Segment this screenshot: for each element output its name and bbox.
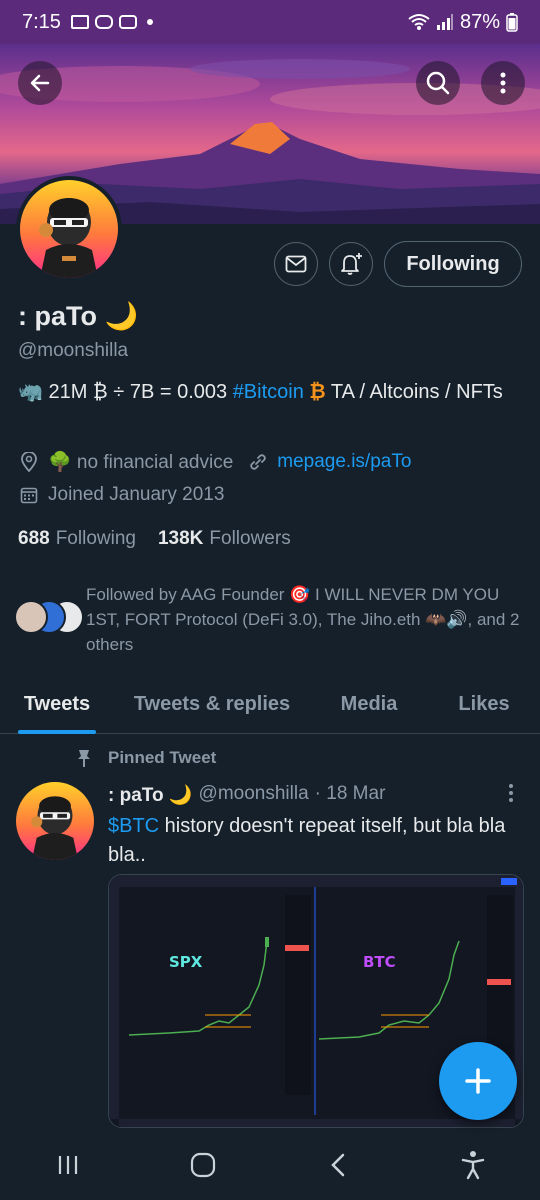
accessibility-button[interactable] <box>443 1140 503 1190</box>
profile-meta-location: 🌳 no financial advice mepage.is/paTo <box>18 450 411 474</box>
wifi-icon <box>408 14 430 30</box>
tweet-author-name[interactable]: : paTo 🌙 <box>108 783 193 807</box>
profile-tabs: Tweets Tweets & replies Media Likes <box>0 676 540 734</box>
tab-tweets-replies[interactable]: Tweets & replies <box>114 676 310 733</box>
compose-tweet-button[interactable] <box>439 1042 517 1120</box>
youtube-icon <box>118 15 137 29</box>
tweet-text: $BTC history doesn't repeat itself, but … <box>108 812 520 870</box>
plus-icon <box>465 1068 491 1094</box>
notification-icons <box>70 15 153 29</box>
search-icon <box>426 71 450 95</box>
profile-name: : paTo 🌙 <box>18 301 139 331</box>
followed-by-text[interactable]: Followed by AAG Founder 🎯 I WILL NEVER D… <box>86 582 526 657</box>
media-spx-label: SPX <box>169 953 203 971</box>
follow-counts: 688 Following 138K Followers <box>18 528 291 550</box>
followers-count: 138K <box>157 528 204 549</box>
followers-label: Followers <box>209 528 291 549</box>
link-icon <box>247 451 269 473</box>
bell-plus-icon <box>341 253 362 275</box>
followed-by-avatars[interactable] <box>14 600 84 636</box>
website-link[interactable]: mepage.is/paTo <box>277 451 411 473</box>
pinned-tweet-label: Pinned Tweet <box>74 748 216 768</box>
following-button[interactable]: Following <box>384 241 522 287</box>
avatar <box>14 600 48 634</box>
message-button[interactable] <box>274 242 318 286</box>
tweet-date[interactable]: · 18 Mar <box>315 783 386 807</box>
notifications-button[interactable] <box>329 242 373 286</box>
signal-icon <box>436 14 453 30</box>
tab-media[interactable]: Media <box>310 676 428 733</box>
recent-apps-icon <box>58 1156 77 1174</box>
more-options-button[interactable] <box>481 61 525 105</box>
location-text: 🌳 no financial advice <box>48 452 234 473</box>
following-label: Following <box>55 528 136 549</box>
home-icon <box>190 1152 215 1178</box>
system-nav-bar <box>0 1130 540 1200</box>
following-count-link[interactable]: 688 Following <box>18 528 136 550</box>
search-button[interactable] <box>416 61 460 105</box>
bio-text-suffix: TA / Altcoins / NFTs <box>325 381 503 403</box>
gallery-icon <box>70 15 89 29</box>
status-bar: 7:15 87% <box>0 0 540 44</box>
pinned-text: Pinned Tweet <box>108 748 217 767</box>
back-button[interactable] <box>18 61 62 105</box>
chevron-left-icon <box>330 1153 344 1177</box>
profile-bio: 🦏 21M ₿ ÷ 7B = 0.003 #Bitcoin ₿ TA / Alt… <box>18 378 518 407</box>
location-pin-icon <box>18 451 40 473</box>
battery-percent: 87% <box>459 10 500 33</box>
recent-apps-button[interactable] <box>38 1140 98 1190</box>
accessibility-icon <box>461 1151 484 1180</box>
tweet-body: history doesn't repeat itself, but bla b… <box>108 815 506 866</box>
back-arrow-icon <box>30 74 50 92</box>
bio-text: 🦏 21M ₿ ÷ 7B = 0.003 <box>18 381 233 403</box>
status-time: 7:15 <box>22 10 61 33</box>
tab-likes[interactable]: Likes <box>428 676 540 733</box>
pin-icon <box>78 750 90 767</box>
profile-handle: @moonshilla <box>18 340 129 361</box>
discord-icon <box>94 15 113 29</box>
more-vertical-icon <box>509 784 513 802</box>
bitcoin-symbol: ₿ <box>309 381 326 403</box>
more-notifications-icon <box>146 19 153 25</box>
joined-text: Joined January 2013 <box>48 484 225 505</box>
more-vertical-icon <box>500 72 506 94</box>
media-btc-label: BTC <box>363 953 396 971</box>
mail-icon <box>285 255 307 273</box>
following-count: 688 <box>18 528 50 549</box>
home-button[interactable] <box>173 1140 233 1190</box>
profile-avatar[interactable] <box>16 176 122 282</box>
profile-meta-joined: Joined January 2013 <box>18 484 224 506</box>
tweet-header: : paTo 🌙 @moonshilla · 18 Mar <box>108 783 385 807</box>
battery-icon <box>506 13 518 32</box>
tweet-author-handle[interactable]: @moonshilla <box>199 783 309 807</box>
tab-tweets[interactable]: Tweets <box>0 676 114 734</box>
back-nav-button[interactable] <box>308 1140 368 1190</box>
followers-count-link[interactable]: 138K Followers <box>158 528 291 550</box>
bio-hashtag-link[interactable]: #Bitcoin <box>233 381 304 403</box>
cashtag-link[interactable]: $BTC <box>108 815 159 837</box>
calendar-icon <box>18 484 40 506</box>
tweet-more-button[interactable] <box>500 782 522 804</box>
tweet-author-avatar[interactable] <box>16 782 94 860</box>
